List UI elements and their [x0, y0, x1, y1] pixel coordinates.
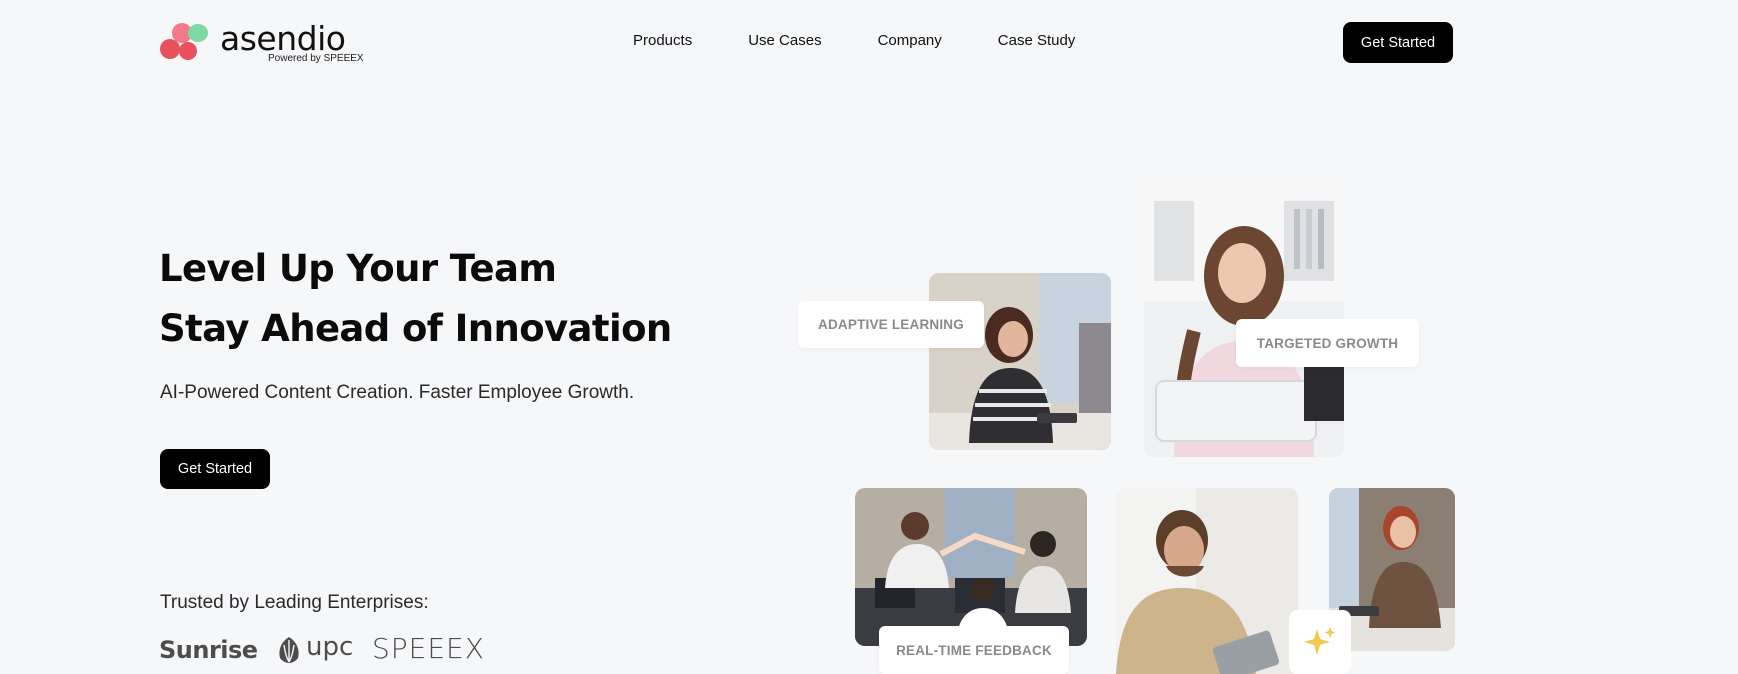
brand-logo-sunrise: Sunrise [159, 636, 258, 664]
hero-title-line1: Level Up Your Team [159, 247, 557, 290]
header-get-started-button[interactable]: Get Started [1343, 22, 1453, 63]
nav-use-cases[interactable]: Use Cases [748, 32, 821, 49]
feature-pill-targeted-growth: TARGETED GROWTH [1236, 319, 1419, 367]
main-nav: Products Use Cases Company Case Study [633, 32, 1131, 49]
brand-logo-upc: upc [306, 632, 354, 662]
nav-company[interactable]: Company [878, 32, 942, 49]
trusted-label: Trusted by Leading Enterprises: [160, 592, 429, 613]
nav-case-study[interactable]: Case Study [998, 32, 1076, 49]
hero-get-started-button[interactable]: Get Started [160, 449, 270, 489]
feature-pill-adaptive-learning: ADAPTIVE LEARNING [798, 301, 984, 348]
photo-woman-at-computer [929, 273, 1111, 450]
logo[interactable]: asendio Powered by SPEEEX [160, 19, 364, 66]
sparkle-icon [1304, 627, 1336, 655]
hero-subtitle: AI-Powered Content Creation. Faster Empl… [160, 382, 635, 403]
feature-pill-real-time-feedback: REAL-TIME FEEDBACK [879, 626, 1069, 674]
hero-title-line2: Stay Ahead of Innovation [159, 307, 672, 350]
upc-leaf-icon [279, 637, 299, 663]
sparkle-badge [1289, 610, 1351, 674]
logo-mark-icon [160, 23, 208, 60]
photo-team-high-five [855, 488, 1087, 646]
nav-products[interactable]: Products [633, 32, 692, 49]
brand-logo-speeex: SPEEEX [372, 632, 485, 665]
logo-wordmark: asendio [220, 19, 346, 58]
photo-man-with-tablet [1116, 488, 1298, 674]
logo-tagline: Powered by SPEEEX [268, 53, 364, 64]
